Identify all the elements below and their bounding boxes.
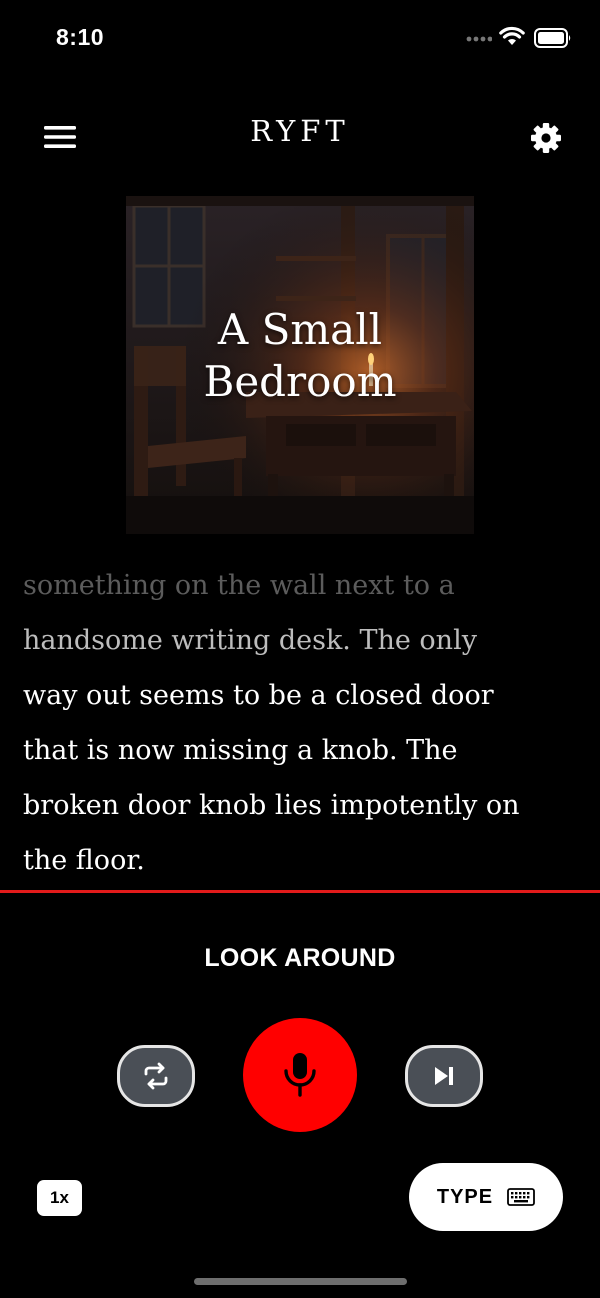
- scene-title: A Small Bedroom: [126, 304, 474, 408]
- scene-title-line-2: Bedroom: [203, 357, 397, 406]
- playback-speed-button[interactable]: 1x: [37, 1180, 82, 1216]
- scene-image: A Small Bedroom: [126, 196, 474, 534]
- story-line: that is now missing a knob. The: [23, 735, 458, 766]
- status-time: 8:10: [56, 24, 105, 50]
- app-title: RYFT: [250, 114, 350, 148]
- app-header: RYFT: [0, 96, 600, 180]
- skip-next-icon: [435, 1067, 453, 1085]
- story-text: something on the wall next to a handsome…: [23, 558, 583, 888]
- keyboard-icon: [507, 1188, 536, 1206]
- home-indicator[interactable]: [194, 1278, 407, 1285]
- wifi-icon: [499, 26, 525, 45]
- story-line: broken door knob lies impotently on: [23, 790, 520, 821]
- skip-button[interactable]: [405, 1045, 483, 1107]
- story-line: the floor.: [23, 845, 145, 876]
- repeat-icon: [144, 1062, 168, 1090]
- story-line: way out seems to be a closed door: [23, 680, 494, 711]
- microphone-icon: [284, 1053, 316, 1097]
- gear-icon[interactable]: [530, 122, 562, 154]
- repeat-button[interactable]: [117, 1045, 195, 1107]
- microphone-button[interactable]: [243, 1018, 357, 1132]
- type-button[interactable]: TYPE: [409, 1163, 563, 1231]
- status-bar: 8:10: [0, 0, 600, 76]
- story-line: handsome writing desk. The only: [23, 625, 477, 656]
- scene-title-line-1: A Small: [217, 305, 383, 354]
- divider-line: [0, 890, 600, 893]
- story-line: something on the wall next to a: [23, 570, 455, 601]
- cellular-signal-icon: [466, 36, 492, 42]
- current-action-label: LOOK AROUND: [204, 944, 396, 972]
- type-button-label: TYPE: [436, 1185, 494, 1208]
- battery-icon: [534, 28, 571, 48]
